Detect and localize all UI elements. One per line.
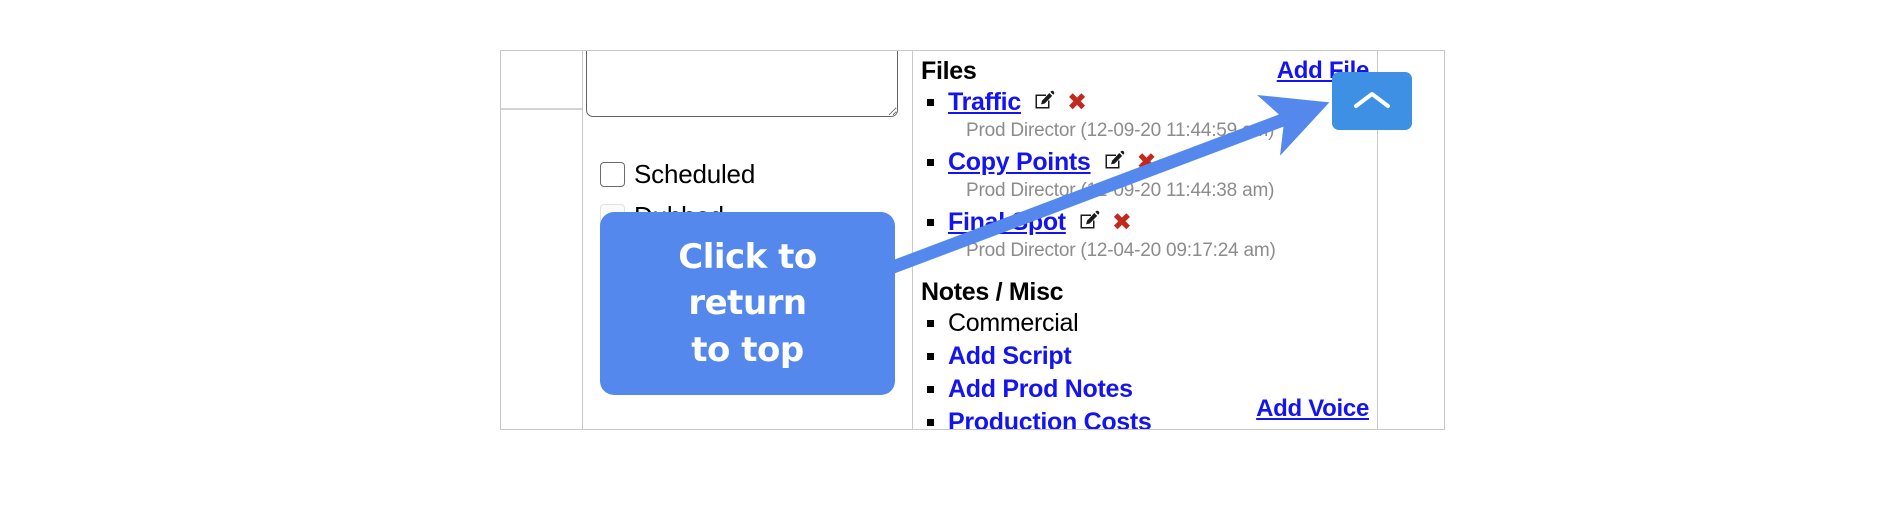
tooltip-line-3: to top: [691, 329, 804, 370]
file-meta: Prod Director (12-04-20 09:17:24 am): [966, 240, 1276, 261]
file-row: Final Spot ✖: [948, 206, 1369, 238]
add-voice-link[interactable]: Add Voice: [1256, 395, 1369, 423]
chevron-up-icon: [1352, 87, 1392, 116]
red-x-delete-icon[interactable]: ✖: [1112, 210, 1132, 234]
list-item: Commercial: [921, 307, 1369, 340]
tooltip-line-2: return: [688, 283, 807, 324]
scheduled-checkbox[interactable]: [600, 161, 625, 187]
notes-heading: Notes / Misc: [921, 278, 1064, 306]
file-item: Traffic ✖ Prod Director (12-09-20 11:44:…: [921, 86, 1369, 146]
file-name-link[interactable]: Copy Points: [948, 148, 1091, 177]
left-spacer-column: [501, 51, 583, 429]
files-list: Traffic ✖ Prod Director (12-09-20 11:44:…: [921, 86, 1369, 266]
file-meta: Prod Director (12-09-20 11:44:59 am): [966, 120, 1275, 141]
list-item[interactable]: Add Script: [921, 340, 1369, 373]
click-to-return-to-top-tooltip: Click to return to top: [600, 212, 895, 395]
edit-pencil-icon[interactable]: [1102, 148, 1126, 177]
file-name-link[interactable]: Final Spot: [948, 208, 1066, 237]
edit-pencil-icon[interactable]: [1032, 88, 1056, 117]
screenshot-root: Scheduled Dubbed Add File Files Traffic: [0, 0, 1890, 510]
edit-pencil-icon[interactable]: [1077, 208, 1101, 237]
file-row: Traffic ✖: [948, 86, 1369, 118]
tooltip-line-1: Click to: [678, 236, 817, 277]
checkbox-row-scheduled[interactable]: Scheduled: [600, 161, 755, 187]
file-name-link[interactable]: Traffic: [948, 88, 1021, 117]
add-script-link[interactable]: Add Script: [948, 340, 1369, 373]
notes-textarea[interactable]: [586, 51, 898, 117]
red-x-delete-icon[interactable]: ✖: [1137, 150, 1157, 174]
file-meta: Prod Director (12-09-20 11:44:38 am): [966, 180, 1275, 201]
file-row: Copy Points ✖: [948, 146, 1369, 178]
row-divider: [501, 108, 582, 110]
note-commercial: Commercial: [948, 309, 1079, 337]
file-item: Final Spot ✖ Prod Director (12-04-20 09:…: [921, 206, 1369, 266]
scheduled-label: Scheduled: [634, 159, 756, 189]
scroll-to-top-button[interactable]: [1332, 72, 1412, 130]
files-notes-column: Add File Files Traffic ✖ Prod Director (…: [913, 51, 1378, 429]
file-item: Copy Points ✖ Prod Director (12-09-20 11…: [921, 146, 1369, 206]
red-x-delete-icon[interactable]: ✖: [1067, 90, 1087, 114]
